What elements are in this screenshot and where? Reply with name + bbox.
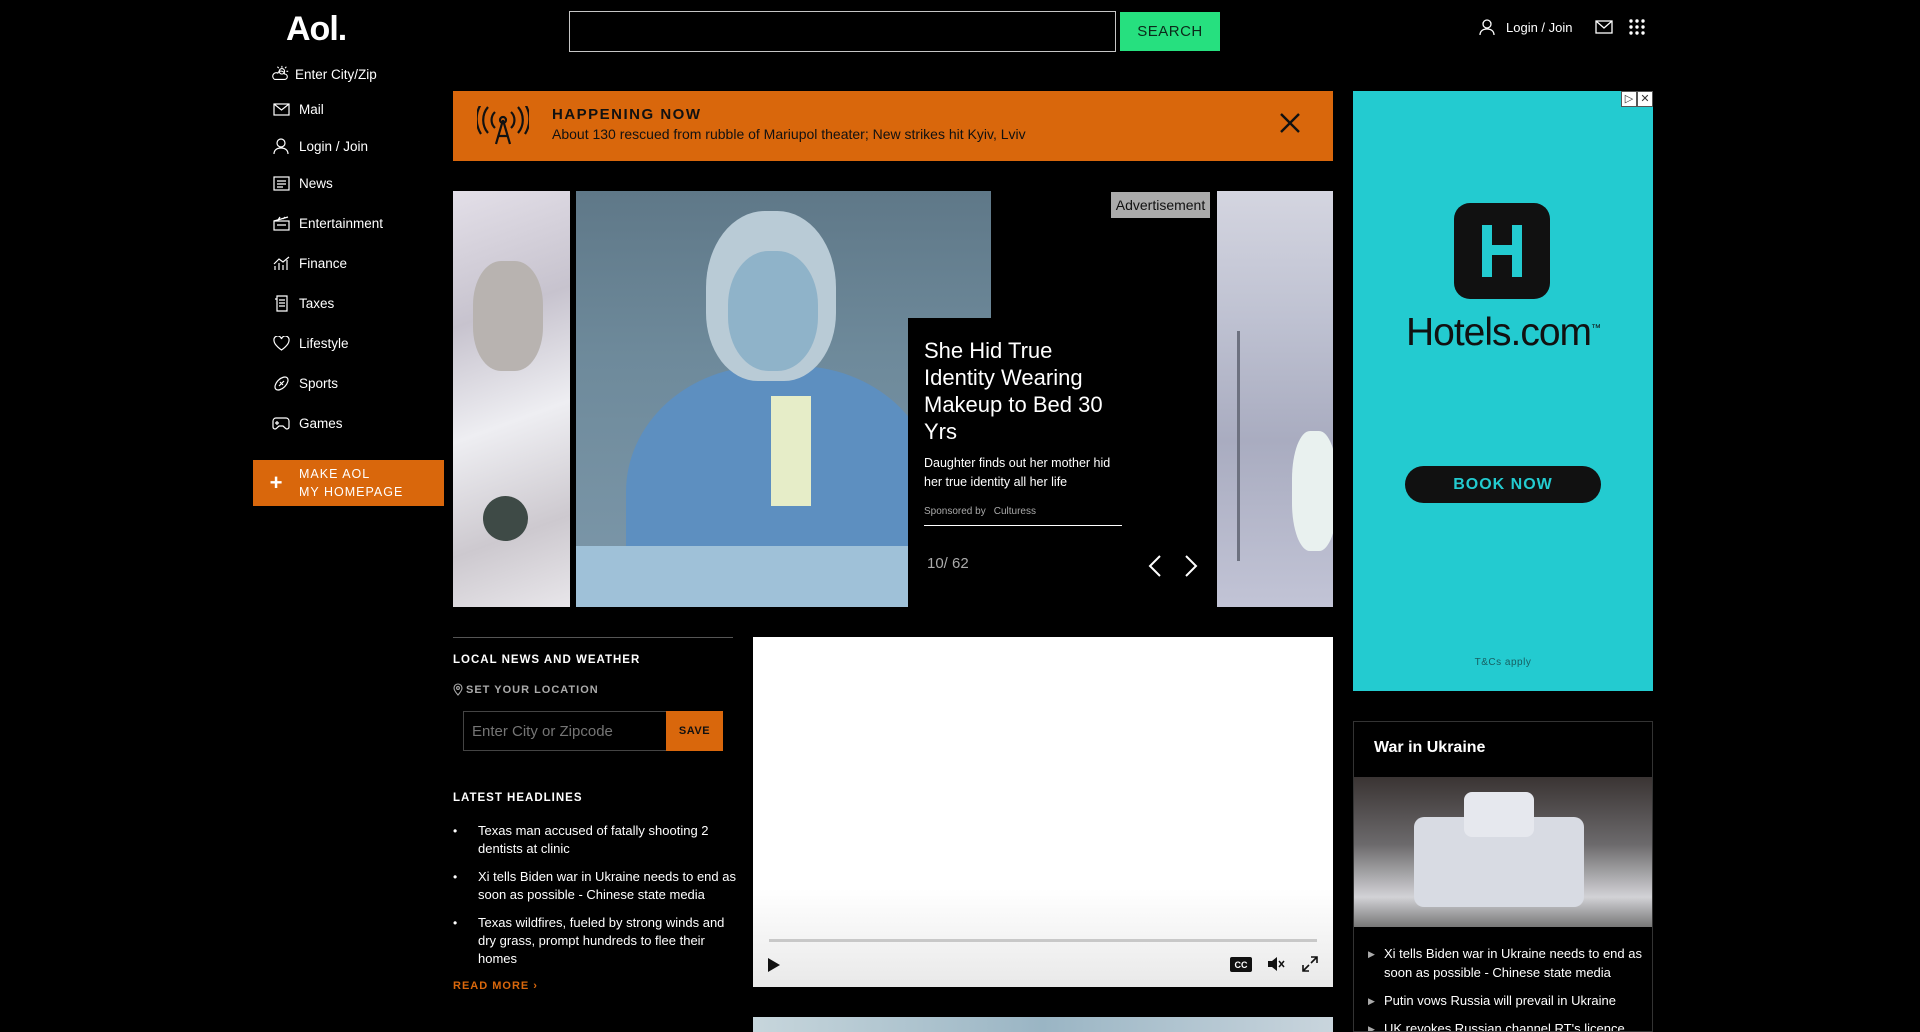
latest-headlines: LATEST HEADLINES Texas man accused of fa… [453,792,743,992]
adchoices-icon[interactable]: ▷ [1621,91,1637,107]
header-account: Login / Join [1478,18,1645,36]
play-icon[interactable] [767,957,781,973]
hotels-ad[interactable]: ▷ ✕ Hotels.com™ BOOK NOW T&Cs apply [1353,91,1653,691]
mail-icon [272,100,290,118]
closed-captions-button[interactable]: CC [1230,957,1252,972]
user-icon [272,137,290,155]
carousel-title[interactable]: She Hid True Identity Wearing Makeup to … [924,337,1124,445]
nav-item-games[interactable]: Games [272,414,343,432]
clapperboard-icon [272,214,290,232]
fullscreen-icon[interactable] [1302,956,1318,972]
carousel-card: She Hid True Identity Wearing Makeup to … [908,318,1208,607]
plus-icon: + [269,470,283,495]
nav-item-entertainment[interactable]: Entertainment [272,214,383,232]
hotels-logo-icon [1454,203,1550,299]
chevron-left-icon[interactable] [1148,554,1162,578]
war-in-ukraine-card: War in Ukraine Xi tells Biden war in Ukr… [1353,721,1653,1032]
happening-title: HAPPENING NOW [552,106,702,123]
search-input[interactable] [569,11,1116,52]
weather-icon [272,65,290,83]
nav-label: Entertainment [299,215,384,231]
location-pin-icon [453,683,463,696]
war-headlines: Xi tells Biden war in Ukraine needs to e… [1368,944,1643,1031]
login-link[interactable]: Login / Join [1506,20,1573,35]
war-headline[interactable]: Putin vows Russia will prevail in Ukrain… [1368,991,1643,1011]
mute-icon[interactable] [1267,956,1285,972]
headline-item[interactable]: Texas man accused of fatally shooting 2 … [453,822,743,858]
terms-text: T&Cs apply [1474,657,1532,668]
local-news-heading: LOCAL NEWS AND WEATHER [453,654,641,666]
nav-label: Mail [299,101,324,117]
close-ad-icon[interactable]: ✕ [1637,91,1653,107]
chevron-right-icon[interactable] [1184,554,1198,578]
news-icon [272,174,290,192]
war-image[interactable] [1354,777,1652,927]
advertisement-label: Advertisement [1111,192,1210,218]
mail-icon[interactable] [1594,20,1613,34]
save-location-button[interactable]: SAVE [666,711,723,751]
happening-headline[interactable]: About 130 rescued from rubble of Mariupo… [552,126,1026,142]
photo-carousel: Advertisement She Hid True Identity Wear… [453,191,1333,607]
nav-label: News [299,175,333,191]
video-progress-bar[interactable] [769,939,1317,942]
heart-icon [272,334,290,352]
apps-grid-icon[interactable] [1628,19,1645,35]
happening-now-banner[interactable]: HAPPENING NOW About 130 rescued from rub… [453,91,1333,161]
set-location-link[interactable]: SET YOUR LOCATION [453,683,599,696]
carousel-next-image[interactable] [1217,191,1333,607]
nav-label: Lifestyle [299,335,349,351]
nav-item-login[interactable]: Login / Join [272,137,368,155]
receipt-icon [272,294,290,312]
book-now-button[interactable]: BOOK NOW [1405,466,1601,503]
zipcode-input[interactable] [463,711,667,751]
headline-item[interactable]: Xi tells Biden war in Ukraine needs to e… [453,868,743,904]
nav-label: Finance [299,255,348,271]
carousel-prev-image[interactable] [453,191,570,607]
weather-label: Enter City/Zip [295,66,377,82]
nav-item-sports[interactable]: Sports [272,374,338,392]
sponsor-line: Sponsored by Culturess [924,506,1122,526]
war-headline[interactable]: Xi tells Biden war in Ukraine needs to e… [1368,944,1643,982]
local-news-section: LOCAL NEWS AND WEATHER SET YOUR LOCATION… [453,637,733,751]
gamepad-icon [272,414,290,432]
war-title[interactable]: War in Ukraine [1374,739,1485,757]
nav-item-finance[interactable]: Finance [272,254,347,272]
nav-label: Taxes [299,295,335,311]
war-headline[interactable]: UK revokes Russian channel RT's licence [1368,1019,1643,1031]
nav-label: Games [299,415,343,431]
video-player[interactable]: CC [753,637,1333,987]
nav-label: Sports [299,375,339,391]
headline-item[interactable]: Texas wildfires, fueled by strong winds … [453,914,743,968]
broadcast-icon [477,106,529,146]
read-more-link[interactable]: READ MORE › [453,980,743,992]
close-icon[interactable] [1279,112,1301,134]
search-button[interactable]: SEARCH [1120,12,1220,51]
carousel-description: Daughter finds out her mother hid her tr… [924,456,1111,489]
weather-link[interactable]: Enter City/Zip [272,65,377,83]
hotels-brand: Hotels.com™ [1405,311,1601,354]
headlines-heading: LATEST HEADLINES [453,792,583,804]
football-icon [272,374,290,392]
aol-logo[interactable]: Aol. [286,10,347,49]
sponsor-name[interactable]: Culturess [994,506,1036,517]
make-homepage-button[interactable]: + MAKE AOL MY HOMEPAGE [253,460,444,506]
nav-label: Login / Join [299,138,369,154]
nav-item-mail[interactable]: Mail [272,100,324,118]
next-video-thumbnail[interactable] [753,1017,1333,1032]
ad-choices[interactable]: ▷ ✕ [1621,91,1653,107]
make-homepage-label: MAKE AOL MY HOMEPAGE [299,467,404,499]
nav-item-news[interactable]: News [272,174,333,192]
nav-item-lifestyle[interactable]: Lifestyle [272,334,349,352]
carousel-counter: 10/ 62 [927,555,969,572]
user-icon[interactable] [1478,18,1496,36]
nav-item-taxes[interactable]: Taxes [272,294,334,312]
chart-icon [272,254,290,272]
